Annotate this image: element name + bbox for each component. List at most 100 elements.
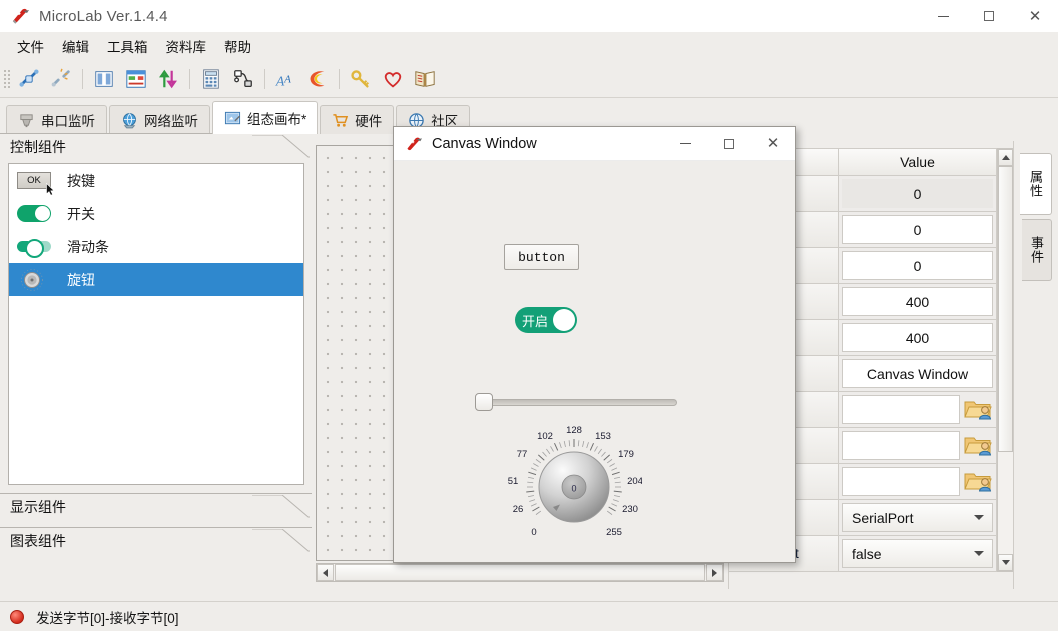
dialog-close-button[interactable]: ✕ xyxy=(751,127,795,161)
section-chart-components[interactable]: 图表组件 xyxy=(0,527,312,553)
menu-library[interactable]: 资料库 xyxy=(157,32,216,60)
scroll-down-button[interactable] xyxy=(998,554,1013,571)
folder-browse-icon[interactable] xyxy=(964,397,992,421)
cursor-arrow-icon xyxy=(46,183,55,196)
scroll-up-button[interactable] xyxy=(998,149,1013,166)
columns-icon[interactable] xyxy=(89,64,119,94)
property-value-dropdown[interactable]: false xyxy=(839,536,997,572)
scroll-left-button[interactable] xyxy=(317,564,334,581)
key-icon[interactable] xyxy=(346,64,376,94)
tab-hardware[interactable]: 硬件 xyxy=(320,105,395,134)
tab-canvas[interactable]: 组态画布* xyxy=(212,101,319,134)
slider-handle[interactable] xyxy=(475,393,493,411)
status-text: 发送字节[0]-接收字节[0] xyxy=(36,610,179,626)
menu-file[interactable]: 文件 xyxy=(8,32,53,60)
node-graph-icon[interactable] xyxy=(228,64,258,94)
canvas-window-dialog[interactable]: Canvas Window ✕ button 开启 0 0 26 51 77 1… xyxy=(393,126,796,563)
menubar: 文件 编辑 工具箱 资料库 帮助 xyxy=(0,32,1058,60)
layout-icon[interactable] xyxy=(121,64,151,94)
vtab-properties[interactable]: 属性 xyxy=(1020,153,1052,215)
right-vertical-tabs: 属性 事件 xyxy=(1013,141,1058,589)
vtab-label: 属性 xyxy=(1028,170,1043,198)
list-item-label: 旋钮 xyxy=(67,271,95,288)
canvas-slider-widget[interactable] xyxy=(475,393,677,411)
close-button[interactable]: ✕ xyxy=(1012,0,1058,32)
maximize-button[interactable] xyxy=(966,0,1012,32)
scroll-thumb[interactable] xyxy=(998,166,1013,452)
cart-icon xyxy=(332,112,349,129)
minimize-button[interactable] xyxy=(920,0,966,32)
window-title: MicroLab Ver.1.4.4 xyxy=(39,7,168,25)
toolbar-grip[interactable] xyxy=(3,68,11,89)
chevron-down-icon xyxy=(974,515,984,520)
section-display-components[interactable]: 显示组件 xyxy=(0,493,312,519)
folder-browse-icon[interactable] xyxy=(964,433,992,457)
property-value-dropdown[interactable]: SerialPort xyxy=(839,500,997,536)
scroll-thumb[interactable] xyxy=(335,564,705,581)
serial-port-icon xyxy=(18,112,35,129)
scroll-right-button[interactable] xyxy=(706,564,723,581)
property-value[interactable]: 400 xyxy=(839,320,997,356)
slider-icon xyxy=(17,235,55,259)
property-value[interactable] xyxy=(839,428,997,464)
font-icon[interactable]: A A xyxy=(271,64,301,94)
book-icon[interactable] xyxy=(410,64,440,94)
dialog-minimize-button[interactable] xyxy=(663,127,707,161)
knob-tick-128: 128 xyxy=(566,425,582,436)
property-value[interactable]: 400 xyxy=(839,284,997,320)
canvas-horizontal-scrollbar[interactable] xyxy=(316,563,724,582)
heart-icon[interactable] xyxy=(378,64,408,94)
tab-label: 硬件 xyxy=(355,114,383,129)
calculator-icon[interactable] xyxy=(196,64,226,94)
property-value[interactable]: 0 xyxy=(839,176,997,212)
compile-flame-icon[interactable] xyxy=(303,64,333,94)
disconnect-icon[interactable] xyxy=(46,64,76,94)
menu-edit[interactable]: 编辑 xyxy=(53,32,98,60)
toolbar-separator xyxy=(339,68,340,89)
section-swoosh xyxy=(252,495,310,518)
transfer-arrows-icon[interactable] xyxy=(153,64,183,94)
property-value[interactable] xyxy=(839,392,997,428)
canvas-button-widget[interactable]: button xyxy=(504,244,579,270)
list-item[interactable]: 旋钮 xyxy=(9,263,303,296)
menu-help[interactable]: 帮助 xyxy=(215,32,260,60)
dialog-titlebar[interactable]: Canvas Window ✕ xyxy=(394,127,795,161)
knob-tick-0: 0 xyxy=(531,527,536,538)
knob-tick-102: 102 xyxy=(537,431,553,442)
toolbar-separator xyxy=(82,68,83,89)
knob-tick-26: 26 xyxy=(513,504,524,515)
tab-network-monitor[interactable]: 网络监听 xyxy=(109,105,210,134)
property-value[interactable]: Canvas Window xyxy=(839,356,997,392)
list-item[interactable]: 滑动条 xyxy=(9,230,303,263)
list-item-label: 开关 xyxy=(67,205,95,222)
property-value[interactable]: 0 xyxy=(839,248,997,284)
property-value[interactable]: 0 xyxy=(839,212,997,248)
swiss-knife-icon xyxy=(403,134,423,154)
scroll-track[interactable] xyxy=(998,166,1013,554)
dialog-canvas-body[interactable]: button 开启 0 0 26 51 77 102 128 153 179 2… xyxy=(394,161,795,562)
section-title: 图表组件 xyxy=(10,532,66,549)
list-item[interactable]: 开关 xyxy=(9,197,303,230)
canvas-knob-widget[interactable]: 0 0 26 51 77 102 128 153 179 204 230 255 xyxy=(506,423,642,548)
knob-center-value: 0 xyxy=(571,484,576,494)
component-list[interactable]: OK 按键 开关 滑动条 旋钮 xyxy=(8,163,304,485)
menu-toolbox[interactable]: 工具箱 xyxy=(98,32,157,60)
canvas-toggle-widget[interactable]: 开启 xyxy=(515,307,577,333)
dialog-maximize-button[interactable] xyxy=(707,127,751,161)
property-value[interactable] xyxy=(839,464,997,500)
section-control-components[interactable]: 控制组件 xyxy=(0,133,312,159)
knob-tick-204: 204 xyxy=(627,476,642,487)
swiss-knife-icon xyxy=(8,5,30,27)
list-item-label: 按键 xyxy=(67,172,95,189)
vtab-events[interactable]: 事件 xyxy=(1022,219,1052,281)
folder-browse-icon[interactable] xyxy=(964,469,992,493)
window-titlebar: MicroLab Ver.1.4.4 ✕ xyxy=(0,0,1058,32)
tab-serial-monitor[interactable]: 串口监听 xyxy=(6,105,107,134)
connect-icon[interactable] xyxy=(14,64,44,94)
section-title: 控制组件 xyxy=(10,138,66,155)
column-header-value: Value xyxy=(839,148,997,176)
vtab-label: 事件 xyxy=(1029,236,1044,264)
slider-track[interactable] xyxy=(485,399,677,406)
property-vertical-scrollbar[interactable] xyxy=(997,148,1014,572)
list-item[interactable]: OK 按键 xyxy=(9,164,303,197)
